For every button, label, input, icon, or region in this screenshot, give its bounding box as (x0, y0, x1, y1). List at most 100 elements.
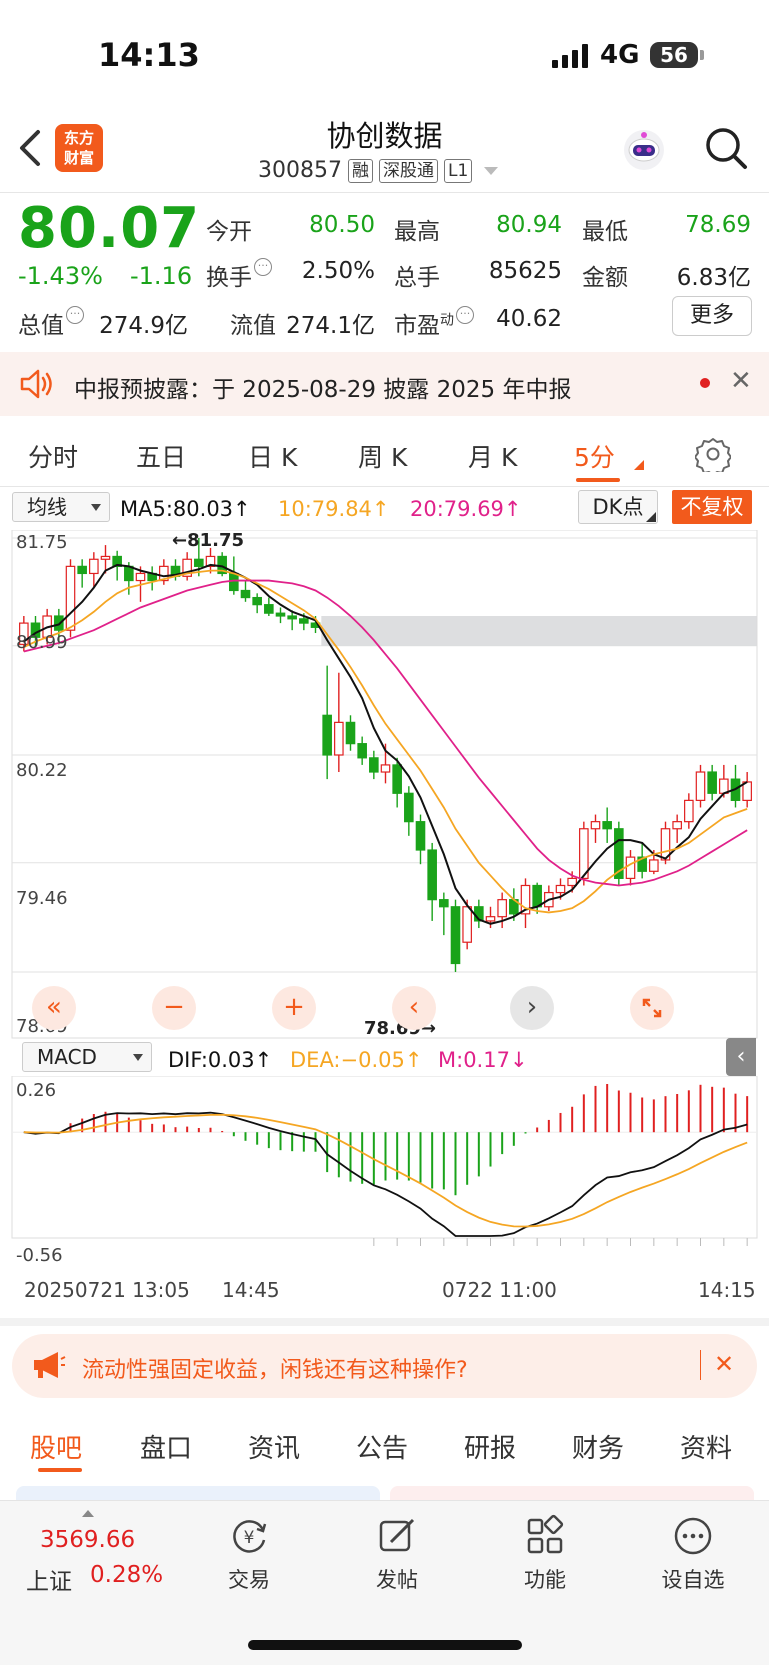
tab-weekly-k[interactable]: 周 K (358, 438, 407, 474)
corner-triangle-icon (646, 512, 656, 522)
notice-text[interactable]: 中报预披露：于 2025-08-29 披露 2025 年中报 (74, 370, 571, 404)
chevron-down-icon (133, 1054, 143, 1061)
tab-five-minute[interactable]: 5分 (574, 438, 615, 474)
card-preview (16, 1486, 380, 1500)
macd-dif-readout: DIF:0.03↑ (168, 1048, 273, 1072)
tab-research[interactable]: 研报 (464, 1428, 516, 1465)
candle-up (672, 821, 682, 830)
nav-post[interactable]: 发帖 (352, 1514, 442, 1594)
tag-margin: 融 (347, 158, 373, 183)
candle-down (322, 714, 332, 756)
candle-up (380, 764, 391, 773)
tab-profile[interactable]: 资料 (680, 1428, 732, 1465)
ma5-readout: MA5:80.03↑ (120, 497, 251, 521)
float-label: 流值 (230, 313, 276, 339)
candle-down (275, 612, 286, 617)
promo-divider (700, 1350, 701, 1380)
stock-code-row[interactable]: 300857 融 深股通 L1 (258, 158, 499, 183)
candle-up (334, 721, 344, 756)
adjust-button[interactable]: 不复权 (672, 490, 752, 524)
candle-up (65, 565, 76, 631)
yuan-exchange-icon: ¥ (233, 1520, 267, 1553)
mktcap-label[interactable]: 总值 ··· (18, 306, 84, 340)
ma20-readout: 20:79.69↑ (410, 497, 522, 521)
open-value: 80.50 (309, 212, 375, 238)
volume-label: 总手 (394, 265, 440, 291)
tab-announcements[interactable]: 公告 (356, 1428, 408, 1465)
close-icon[interactable]: ✕ (730, 366, 752, 396)
sub-indicator-select[interactable]: MACD (22, 1042, 152, 1072)
candle-up (89, 558, 99, 575)
resistance-band (321, 616, 757, 646)
tab-five-day[interactable]: 五日 (136, 438, 186, 474)
edit-icon (379, 1518, 415, 1552)
main-indicator-select[interactable]: 均线 (12, 492, 110, 522)
signal-icon (552, 44, 588, 68)
macd-axis-bottom: -0.56 (16, 1245, 63, 1266)
candle-down (439, 899, 449, 908)
tab-guba[interactable]: 股吧 (30, 1428, 82, 1465)
macd-chart[interactable] (0, 1076, 769, 1274)
candle-down (602, 821, 612, 830)
pe-label[interactable]: 市盈动 ··· (394, 306, 474, 340)
gear-icon[interactable] (695, 436, 731, 472)
candle-up (590, 821, 601, 830)
robot-assistant-icon[interactable] (620, 126, 668, 174)
index-percent[interactable]: 0.28% (90, 1562, 163, 1588)
candle-down (450, 906, 461, 965)
time-axis-end: 14:15 (698, 1278, 756, 1302)
scroll-far-left-button[interactable]: « (32, 986, 76, 1030)
tab-news[interactable]: 资讯 (248, 1428, 300, 1465)
candle-up (649, 859, 659, 872)
tag-level: L1 (443, 158, 473, 183)
candle-down (252, 596, 262, 606)
time-axis-start: 20250721 13:05 (24, 1278, 190, 1302)
tab-daily-k[interactable]: 日 K (248, 438, 297, 474)
amount-value: 6.83亿 (676, 265, 751, 291)
tab-monthly-k[interactable]: 月 K (468, 438, 517, 474)
zoom-in-button[interactable]: + (272, 986, 316, 1030)
collapse-panel-button[interactable]: ‹ (726, 1038, 756, 1076)
tab-order-book[interactable]: 盘口 (140, 1428, 192, 1465)
mktcap-value: 274.9亿 (99, 313, 188, 339)
price-axis-2: 80.99 (16, 632, 68, 653)
tab-financials[interactable]: 财务 (572, 1428, 624, 1465)
index-value[interactable]: 3569.66 (40, 1527, 135, 1553)
fullscreen-button[interactable] (630, 986, 674, 1030)
nav-trade[interactable]: ¥ 交易 (204, 1514, 294, 1594)
candle-down (392, 764, 402, 794)
high-value: 80.94 (496, 212, 562, 238)
candle-down (415, 821, 426, 851)
svg-text:¥: ¥ (244, 1528, 255, 1548)
turnover-label[interactable]: 换手 ··· (206, 258, 272, 292)
tab-intraday[interactable]: 分时 (28, 438, 78, 474)
turnover-value: 2.50% (301, 258, 375, 284)
candle-down (357, 743, 367, 759)
pe-value: 40.62 (496, 306, 562, 332)
time-axis-2: 14:45 (222, 1278, 280, 1302)
stock-code: 300857 (258, 158, 342, 183)
price-axis-4: 79.46 (16, 888, 68, 909)
zoom-out-button[interactable]: − (152, 986, 196, 1030)
chevron-up-icon (82, 1510, 94, 1517)
change-percent: -1.43% (18, 262, 103, 290)
candle-down (194, 558, 204, 567)
index-name[interactable]: 上证 (26, 1562, 72, 1596)
promo-text[interactable]: 流动性强固定收益，闲钱还有这种操作? (82, 1352, 468, 1384)
search-icon[interactable] (704, 126, 748, 170)
more-button[interactable]: 更多 (672, 296, 752, 336)
candle-up (485, 916, 496, 922)
nav-functions[interactable]: 功能 (500, 1514, 590, 1594)
candle-up (462, 906, 472, 943)
close-icon[interactable]: ✕ (714, 1350, 734, 1378)
battery-icon: 56 (650, 42, 704, 68)
candlestick-chart[interactable] (0, 530, 769, 1040)
speaker-icon (20, 369, 52, 399)
candle-down (264, 604, 274, 614)
scroll-left-button[interactable]: ‹ (392, 986, 436, 1030)
expand-icon (642, 998, 662, 1018)
macd-m-readout: M:0.17↓ (438, 1048, 528, 1072)
scroll-right-button[interactable]: › (510, 986, 554, 1030)
candle-up (135, 572, 146, 582)
nav-add-watchlist[interactable]: 设自选 (648, 1514, 738, 1594)
